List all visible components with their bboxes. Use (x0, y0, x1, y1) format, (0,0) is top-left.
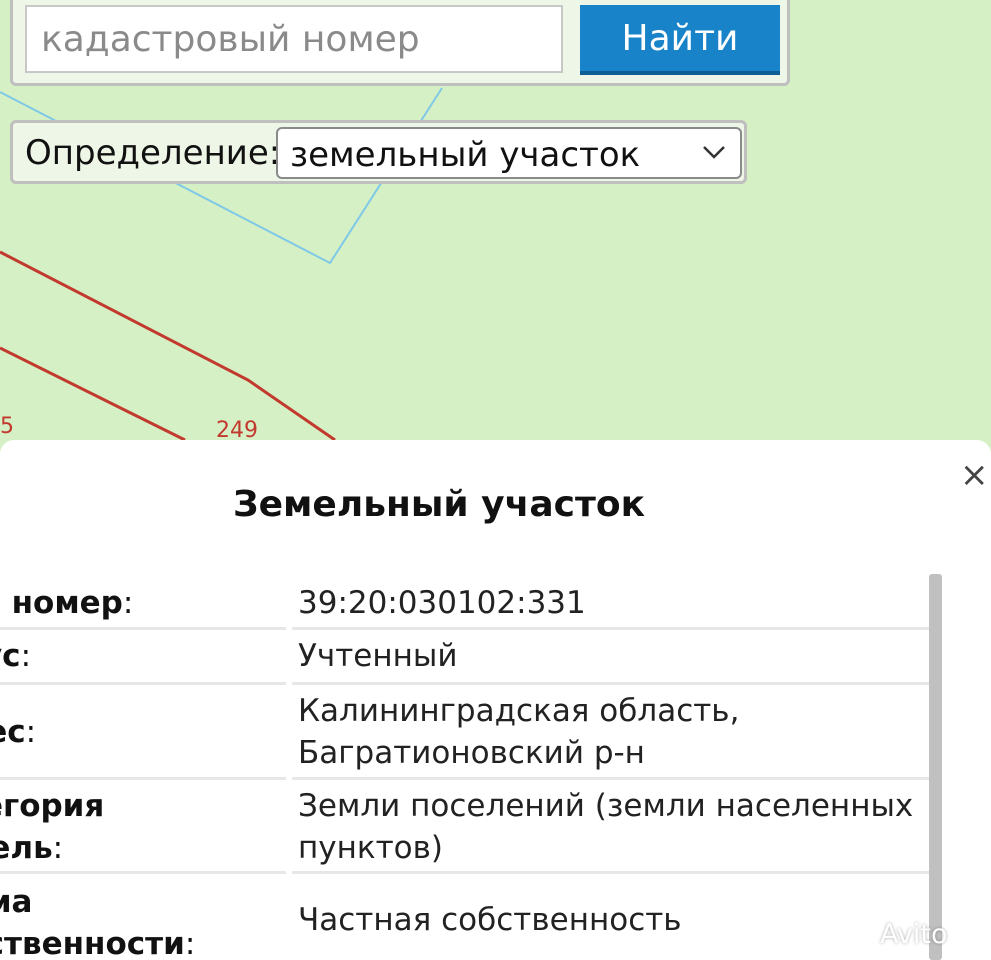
row-colon: : (122, 585, 134, 621)
info-row: тус: Учтенный (0, 633, 934, 685)
definition-select-value: земельный участок (290, 135, 641, 175)
row-label-cell: рма бственности: (0, 877, 286, 960)
row-value: Земли поселений (земли населенных пункто… (298, 788, 914, 866)
row-colon: : (25, 714, 37, 750)
row-label: рма бственности (0, 884, 185, 960)
chevron-down-icon (703, 146, 725, 159)
scrollbar[interactable] (929, 574, 942, 960)
avito-watermark: Avito (880, 919, 948, 950)
find-button[interactable]: Найти (580, 5, 780, 75)
row-value-cell: Учтенный (292, 633, 934, 685)
row-value-cell: Земли поселений (земли населенных пункто… (292, 783, 934, 874)
info-row: тегория мель: Земли поселений (земли нас… (0, 783, 934, 874)
map-label: 5 (0, 414, 14, 439)
row-value: Частная собственность (298, 902, 682, 938)
info-row: д. номер: 39:20:030102:331 (0, 580, 934, 630)
row-colon: : (52, 830, 64, 866)
search-panel: Найти (10, 0, 790, 86)
row-label: д. номер (0, 585, 123, 621)
close-icon[interactable]: × (960, 458, 989, 492)
definition-panel: Определение: земельный участок (10, 120, 747, 184)
parcel-boundary (0, 346, 186, 440)
parcel-boundary (0, 250, 336, 440)
info-row: рма бственности: Частная собственность (0, 877, 934, 960)
row-label-cell: д. номер: (0, 580, 286, 630)
info-row: рес: Калининградская область, Багратионо… (0, 688, 934, 780)
row-value: Учтенный (298, 638, 458, 674)
row-label: тус (0, 638, 21, 674)
row-label-cell: рес: (0, 688, 286, 780)
row-colon: : (20, 638, 32, 674)
panel-title: Земельный участок (233, 484, 645, 525)
map-label: 249 (216, 418, 258, 440)
row-value: 39:20:030102:331 (298, 585, 586, 621)
row-value-cell: Частная собственность (292, 877, 934, 960)
definition-label: Определение: (25, 133, 281, 173)
definition-select[interactable]: земельный участок (276, 127, 742, 179)
row-value-cell: 39:20:030102:331 (292, 580, 934, 630)
info-panel: × Земельный участок д. номер: 39:20:0301… (0, 440, 991, 960)
row-label-cell: тус: (0, 633, 286, 685)
row-value: Калининградская область, Багратионовский… (298, 693, 740, 771)
row-label-cell: тегория мель: (0, 783, 286, 874)
row-value-cell: Калининградская область, Багратионовский… (292, 688, 934, 780)
row-label: рес (0, 714, 26, 750)
cadastral-search-input[interactable] (25, 5, 563, 73)
row-colon: : (184, 926, 196, 960)
